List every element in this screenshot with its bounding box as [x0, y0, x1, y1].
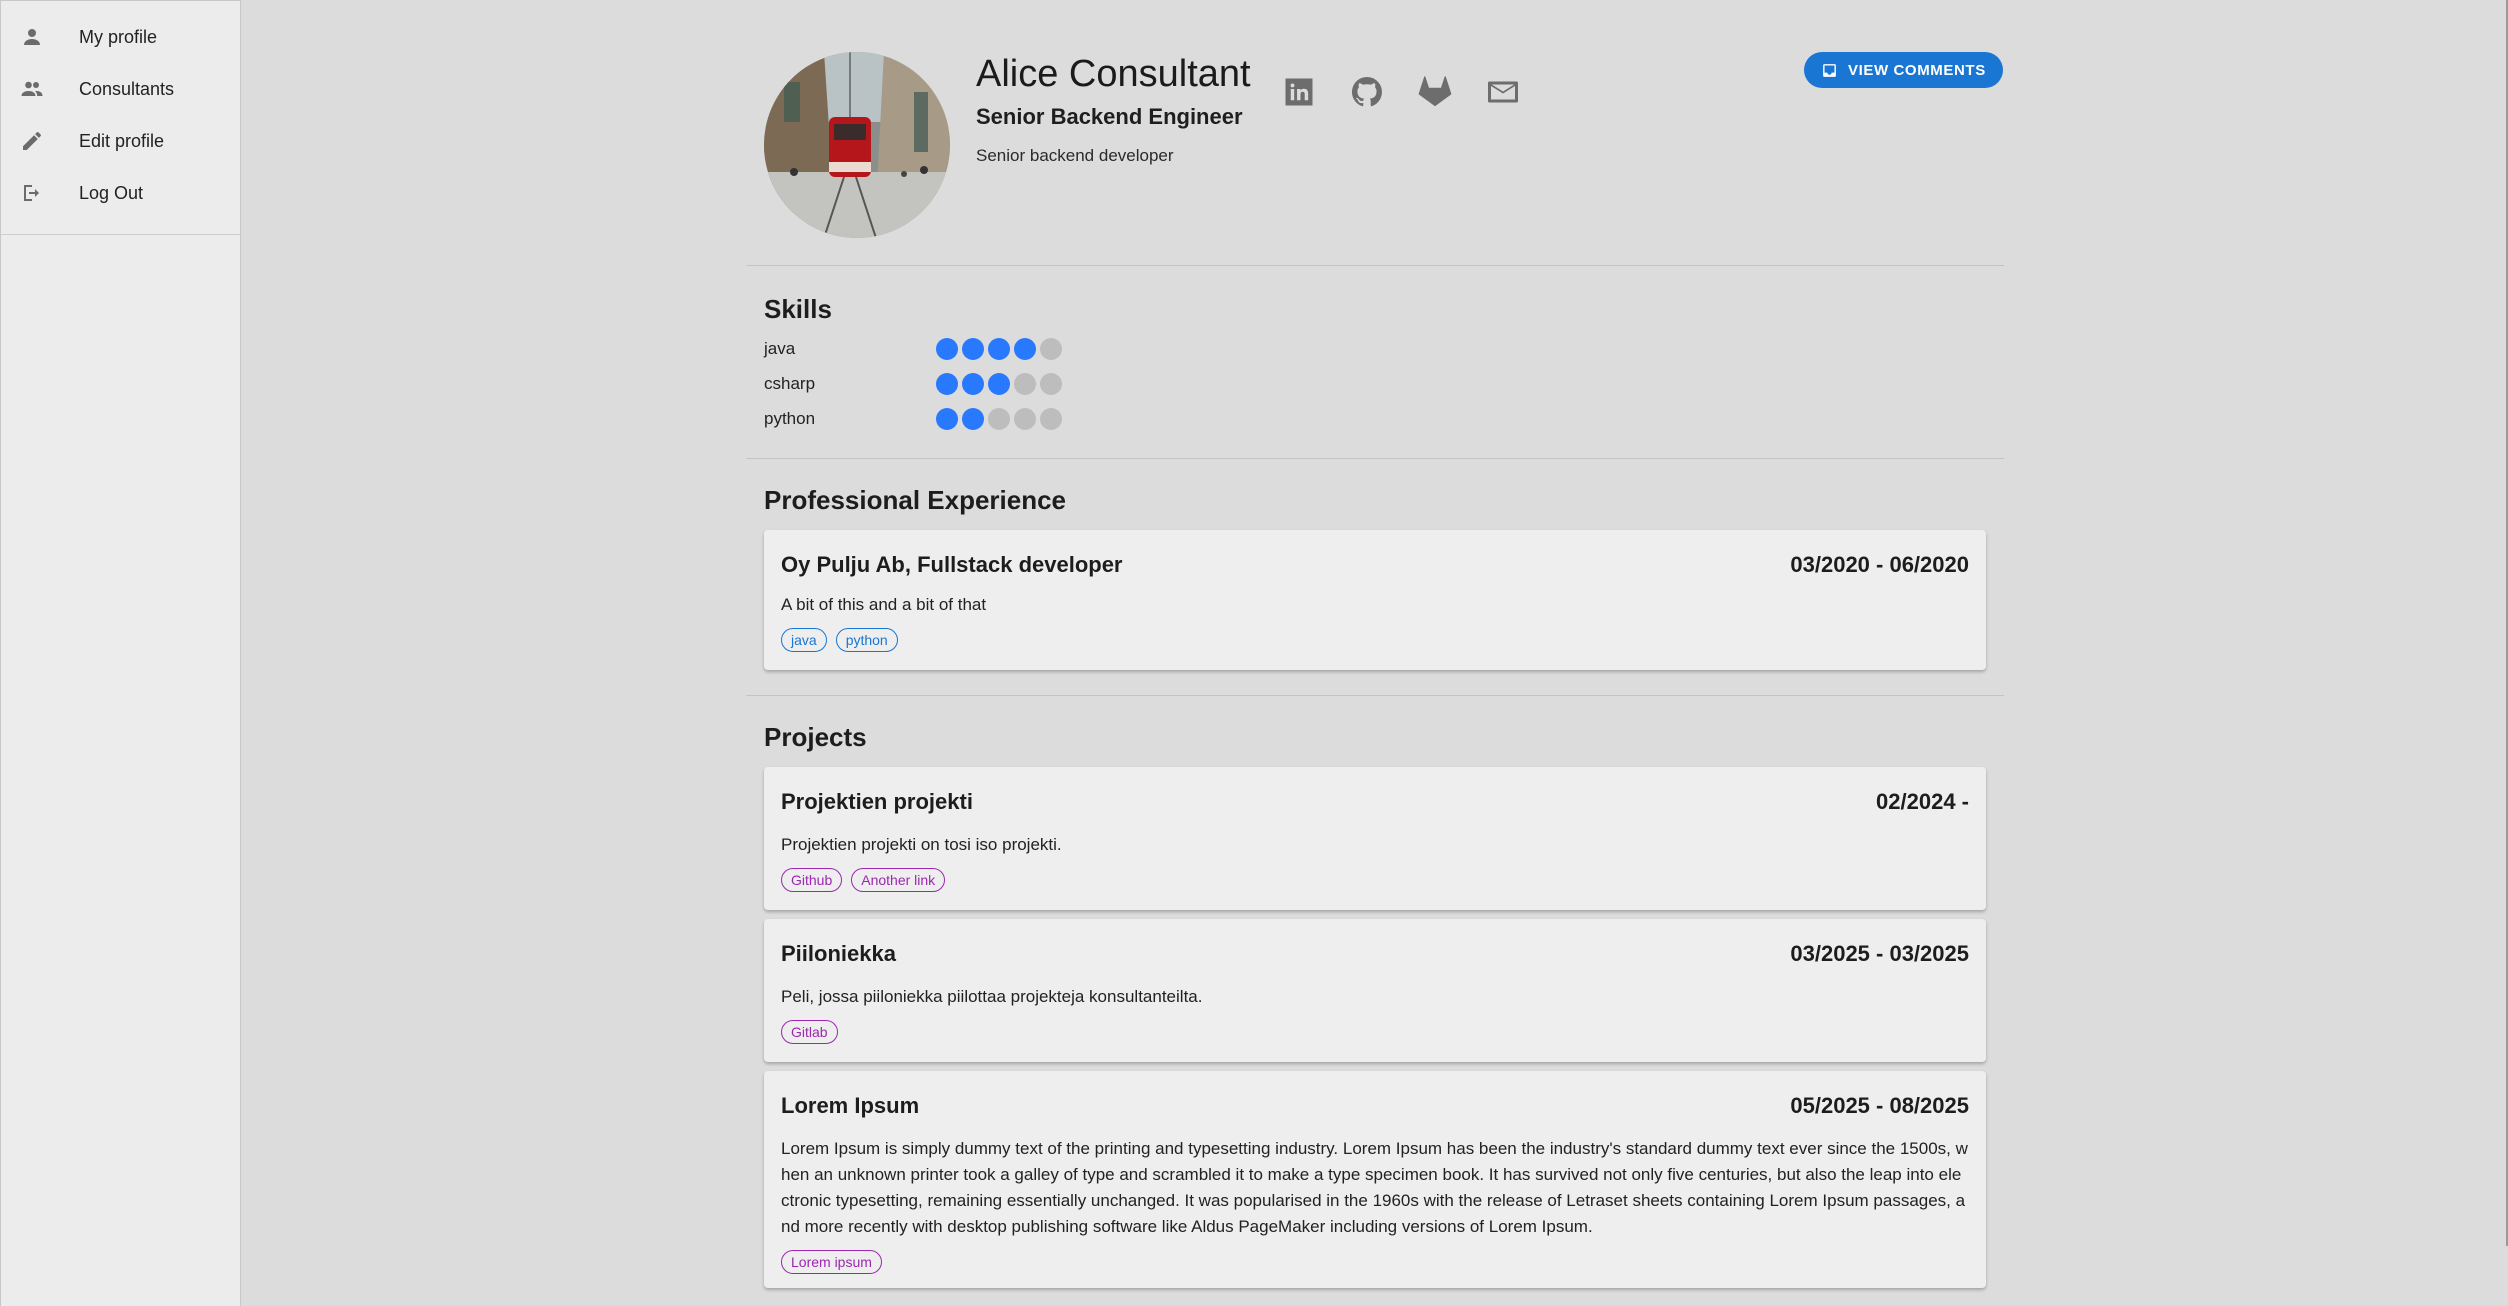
pencil-icon — [19, 128, 45, 154]
sidebar-item-label: My profile — [79, 26, 158, 47]
skill-name: csharp — [764, 373, 816, 393]
sidebar-item-consultants[interactable]: Consultants — [1, 63, 240, 115]
comment-box-icon — [1823, 63, 1836, 77]
project-link-chip[interactable]: Github — [781, 868, 843, 892]
skills-heading: Skills — [764, 294, 832, 324]
project-links: Gitlab — [781, 1020, 1969, 1044]
profile-header: Alice Consultant Senior Backend Engineer… — [746, 0, 2004, 266]
social-links — [1281, 74, 1521, 110]
skill-dot-empty — [1014, 407, 1036, 430]
skill-dot-empty — [1040, 337, 1062, 360]
email-icon[interactable] — [1485, 74, 1521, 110]
profile-bio: Senior backend developer — [976, 146, 1174, 165]
project-dates: 02/2024 - — [1876, 789, 1969, 814]
skill-name: java — [764, 338, 796, 358]
person-icon — [19, 24, 45, 50]
avatar — [764, 52, 950, 238]
projects-section: Projects Projektien projekti 02/2024 - P… — [746, 696, 2004, 1288]
linkedin-icon[interactable] — [1281, 74, 1317, 110]
skill-row: csharp — [764, 366, 1986, 401]
profile-title: Senior Backend Engineer — [976, 104, 1243, 129]
project-card: Piiloniekka 03/2025 - 03/2025 Peli, joss… — [764, 919, 1986, 1062]
skill-dot-filled — [936, 407, 958, 430]
gitlab-icon[interactable] — [1417, 74, 1453, 110]
sidebar: My profile Consultants Edit profile Log … — [0, 0, 241, 1306]
logout-icon — [19, 180, 45, 206]
profile-page: Alice Consultant Senior Backend Engineer… — [746, 0, 2004, 1288]
project-link-chip[interactable]: Gitlab — [781, 1020, 838, 1044]
experience-tags: java python — [781, 628, 1969, 652]
experience-dates: 03/2020 - 06/2020 — [1790, 552, 1969, 577]
project-links: Lorem ipsum — [781, 1250, 1969, 1274]
project-title: Piiloniekka — [781, 941, 896, 966]
skill-dot-filled — [988, 372, 1010, 395]
skills-section: Skills java csharp python — [746, 266, 2004, 459]
experience-card: Oy Pulju Ab, Fullstack developer 03/2020… — [764, 530, 1986, 670]
view-comments-button[interactable]: VIEW COMMENTS — [1804, 52, 2003, 88]
skill-chip: python — [835, 628, 898, 652]
skill-dot-empty — [1040, 407, 1062, 430]
sidebar-nav: My profile Consultants Edit profile Log … — [1, 1, 240, 235]
skill-row: python — [764, 401, 1986, 436]
sidebar-item-label: Edit profile — [79, 130, 165, 151]
project-title: Projektien projekti — [781, 789, 973, 814]
project-card: Projektien projekti 02/2024 - Projektien… — [764, 767, 1986, 910]
skill-level-rating — [936, 337, 1062, 360]
experience-title: Oy Pulju Ab, Fullstack developer — [781, 552, 1123, 577]
project-description: Peli, jossa piiloniekka piilottaa projek… — [781, 987, 1203, 1006]
skill-level-rating — [936, 372, 1062, 395]
project-card: Lorem Ipsum 05/2025 - 08/2025 Lorem Ipsu… — [764, 1071, 1986, 1288]
skill-dot-empty — [1040, 372, 1062, 395]
project-dates: 03/2025 - 03/2025 — [1790, 941, 1969, 966]
skill-row: java — [764, 331, 1986, 366]
sidebar-item-my-profile[interactable]: My profile — [1, 11, 240, 63]
skill-name: python — [764, 408, 816, 428]
project-links: Github Another link — [781, 868, 1969, 892]
skill-dot-filled — [962, 337, 984, 360]
sidebar-item-label: Consultants — [79, 78, 175, 99]
experience-heading: Professional Experience — [764, 485, 1067, 515]
skill-dot-filled — [988, 337, 1010, 360]
skill-list: java csharp python — [764, 331, 1986, 436]
project-link-chip[interactable]: Lorem ipsum — [781, 1250, 882, 1274]
projects-heading: Projects — [764, 722, 867, 752]
project-title: Lorem Ipsum — [781, 1093, 920, 1118]
skill-dot-filled — [936, 337, 958, 360]
project-link-chip[interactable]: Another link — [851, 868, 946, 892]
project-dates: 05/2025 - 08/2025 — [1790, 1093, 1969, 1118]
skill-dot-empty — [988, 407, 1010, 430]
skill-level-rating — [936, 407, 1062, 430]
github-icon[interactable] — [1349, 74, 1385, 110]
sidebar-item-edit-profile[interactable]: Edit profile — [1, 115, 240, 167]
experience-description: A bit of this and a bit of that — [781, 595, 987, 614]
skill-dot-filled — [1014, 337, 1036, 360]
profile-name: Alice Consultant — [976, 53, 1251, 95]
sidebar-item-label: Log Out — [79, 182, 144, 203]
skill-dot-filled — [962, 407, 984, 430]
skill-dot-empty — [1014, 372, 1036, 395]
view-comments-label: VIEW COMMENTS — [1848, 61, 1986, 79]
sidebar-item-log-out[interactable]: Log Out — [1, 167, 240, 219]
experience-section: Professional Experience Oy Pulju Ab, Ful… — [746, 459, 2004, 696]
project-description: Projektien projekti on tosi iso projekti… — [781, 835, 1062, 854]
people-icon — [19, 76, 45, 102]
skill-dot-filled — [962, 372, 984, 395]
skill-dot-filled — [936, 372, 958, 395]
project-description: Lorem Ipsum is simply dummy text of the … — [781, 1139, 1968, 1236]
skill-chip: java — [781, 628, 827, 652]
